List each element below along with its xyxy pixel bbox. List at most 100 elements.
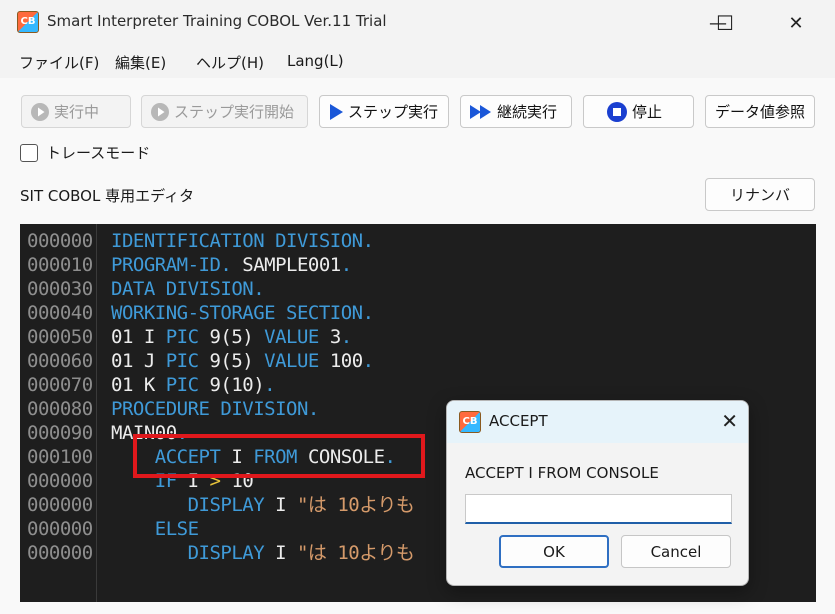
line-number: 000030 xyxy=(27,278,93,300)
code-token: I xyxy=(264,542,297,564)
play-circle-icon xyxy=(150,102,170,122)
code-token: 01 K xyxy=(111,374,166,396)
play-icon xyxy=(328,103,344,121)
continue-button[interactable]: 継続実行 xyxy=(460,95,572,128)
line-number: 000090 xyxy=(27,422,93,444)
stop-circle-icon xyxy=(606,101,628,123)
maximize-icon: ☐ xyxy=(716,11,734,35)
dialog-title: ACCEPT xyxy=(489,412,548,430)
code-token: PROGRAM-ID. xyxy=(111,254,232,276)
code-token: VALUE xyxy=(264,350,319,372)
line-number: 000040 xyxy=(27,302,93,324)
run-button[interactable]: 実行中 xyxy=(21,95,131,128)
code-token: WORKING-STORAGE SECTION. xyxy=(111,302,374,324)
code-token: 3 xyxy=(318,326,341,348)
maximize-button[interactable]: ☐ xyxy=(702,0,748,46)
code-token: 01 I xyxy=(111,326,166,348)
dialog-title-bar: CB ACCEPT ✕ xyxy=(447,401,748,443)
data-ref-button[interactable]: データ値参照 xyxy=(705,95,815,128)
code-text: ELSE xyxy=(111,517,199,541)
run-label: 実行中 xyxy=(54,103,100,121)
line-number: 000000 xyxy=(27,542,93,564)
code-token: "は 10よりも xyxy=(296,542,415,564)
code-token: VALUE xyxy=(264,326,319,348)
trace-mode-label: トレースモード xyxy=(46,144,151,162)
step-button[interactable]: ステップ実行 xyxy=(319,95,449,128)
title-bar: CB Smart Interpreter Training COBOL Ver.… xyxy=(0,0,835,46)
code-text: PROGRAM-ID. SAMPLE001. xyxy=(111,253,352,277)
fast-forward-icon xyxy=(469,103,493,121)
code-token: PIC xyxy=(165,374,199,396)
step-label: ステップ実行 xyxy=(348,103,439,121)
code-token: "は 10よりも xyxy=(296,494,415,516)
line-number: 000060 xyxy=(27,350,93,372)
ok-button[interactable]: OK xyxy=(499,535,609,568)
code-token: DISPLAY xyxy=(187,542,265,564)
window-title: Smart Interpreter Training COBOL Ver.11 … xyxy=(47,12,387,30)
line-number: 000000 xyxy=(27,470,93,492)
play-circle-icon xyxy=(30,102,50,122)
menu-file[interactable]: ファイル(F) xyxy=(19,52,99,73)
close-button[interactable]: ✕ xyxy=(773,0,819,46)
code-token: DISPLAY xyxy=(187,494,265,516)
line-number: 000100 xyxy=(27,446,93,468)
cancel-button[interactable]: Cancel xyxy=(621,535,731,568)
line-number: 000000 xyxy=(27,230,93,252)
code-text: 01 I PIC 9(5) VALUE 3. xyxy=(111,325,352,349)
close-icon: ✕ xyxy=(788,12,804,34)
line-number: 000000 xyxy=(27,494,93,516)
code-text: DATA DIVISION. xyxy=(111,277,265,301)
stop-button[interactable]: 停止 xyxy=(583,95,694,128)
line-number: 000080 xyxy=(27,398,93,420)
menu-bar: ファイル(F) 編集(E) ヘルプ(H) Lang(L) xyxy=(0,46,835,78)
code-token: PIC xyxy=(165,326,199,348)
current-line-highlight xyxy=(133,434,425,478)
menu-lang[interactable]: Lang(L) xyxy=(287,52,344,70)
code-token: 9(5) xyxy=(198,350,265,372)
menu-help[interactable]: ヘルプ(H) xyxy=(196,52,264,73)
line-number: 000000 xyxy=(27,518,93,540)
code-token: PROCEDURE DIVISION. xyxy=(111,398,319,420)
code-token: . xyxy=(362,350,374,372)
line-number: 000070 xyxy=(27,374,93,396)
code-token: SAMPLE001 xyxy=(231,254,341,276)
editor-label: SIT COBOL 専用エディタ xyxy=(20,187,195,205)
code-token: PIC xyxy=(165,350,199,372)
code-token: . xyxy=(340,326,352,348)
code-text: IDENTIFICATION DIVISION. xyxy=(111,229,374,253)
app-icon: CB xyxy=(17,11,39,33)
code-text: WORKING-STORAGE SECTION. xyxy=(111,301,374,325)
code-token: . xyxy=(340,254,352,276)
step-start-label: ステップ実行開始 xyxy=(174,103,295,121)
code-token: 9(5) xyxy=(198,326,265,348)
renumber-button[interactable]: リナンバ xyxy=(705,178,815,211)
code-token: DATA DIVISION. xyxy=(111,278,265,300)
line-number: 000050 xyxy=(27,326,93,348)
code-text: 01 K PIC 9(10). xyxy=(111,373,276,397)
data-ref-label: データ値参照 xyxy=(714,103,805,121)
accept-input[interactable] xyxy=(465,494,732,524)
step-start-button[interactable]: ステップ実行開始 xyxy=(141,95,308,128)
code-text: PROCEDURE DIVISION. xyxy=(111,397,319,421)
continue-label: 継続実行 xyxy=(497,103,558,121)
trace-mode-checkbox[interactable]: トレースモード xyxy=(20,142,150,163)
dialog-prompt: ACCEPT I FROM CONSOLE xyxy=(465,464,659,482)
code-token: . xyxy=(264,374,276,396)
code-text: 01 J PIC 9(5) VALUE 100. xyxy=(111,349,374,373)
code-token: IDENTIFICATION DIVISION. xyxy=(111,230,374,252)
accept-dialog: CB ACCEPT ✕ ACCEPT I FROM CONSOLE OK Can… xyxy=(446,400,749,586)
code-token: 100 xyxy=(318,350,363,372)
checkbox-box[interactable] xyxy=(20,143,38,162)
code-text: DISPLAY I "は 10よりも xyxy=(111,493,415,517)
menu-edit[interactable]: 編集(E) xyxy=(115,52,166,73)
gutter-divider xyxy=(96,224,97,602)
code-text: DISPLAY I "は 10よりも xyxy=(111,541,415,565)
code-token: 9(10) xyxy=(198,374,265,396)
code-token: I xyxy=(264,494,297,516)
app-icon: CB xyxy=(459,411,481,433)
line-number: 000010 xyxy=(27,254,93,276)
dialog-close-icon[interactable]: ✕ xyxy=(721,409,738,433)
